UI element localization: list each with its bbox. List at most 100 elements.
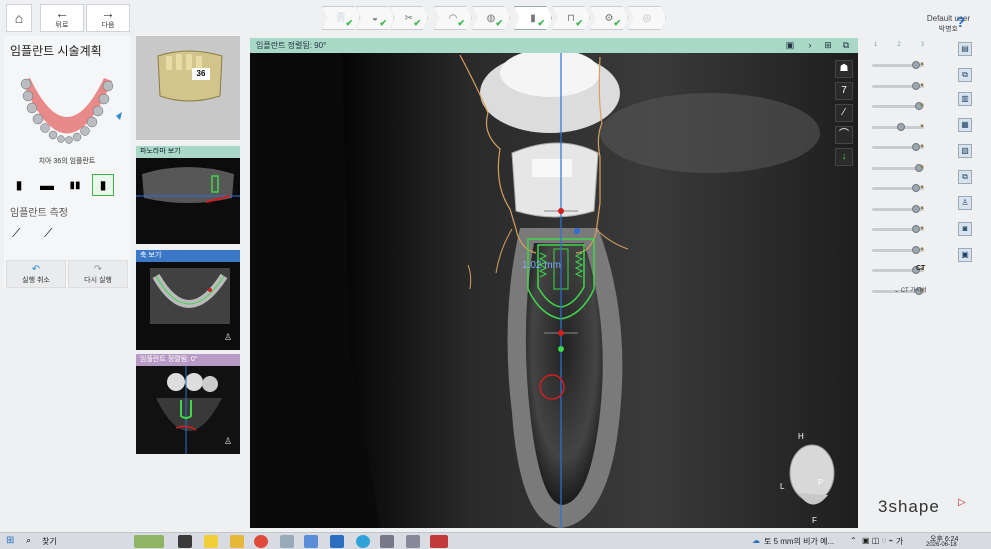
app-icon-1[interactable] bbox=[280, 535, 294, 548]
thumb-axial-view[interactable]: 축 보기 ♙ bbox=[136, 250, 240, 350]
folder-icon[interactable] bbox=[230, 535, 244, 548]
multi-implant-button[interactable]: ▮▮ bbox=[64, 174, 86, 196]
camera-capture-icon[interactable]: ◙ bbox=[958, 222, 972, 236]
person-icon[interactable]: ♙ bbox=[958, 196, 972, 210]
slider-knob[interactable] bbox=[896, 122, 905, 131]
arrow-left-icon: ← bbox=[55, 5, 69, 21]
task-view-icon[interactable] bbox=[178, 535, 192, 548]
redo-button[interactable]: ↷ 다시 실행 bbox=[68, 260, 128, 288]
tissue-icon: ▪ bbox=[920, 120, 924, 132]
thumb-3d-view[interactable]: 36 bbox=[136, 36, 240, 140]
gum-icon: ▪ bbox=[920, 100, 924, 111]
back-button[interactable]: ← 뒤로 bbox=[40, 4, 84, 32]
app-window: ⌂ ← 뒤로 → 다음 🦷 ✔ ◒ ✔ ✂ ✔ ◠ ✔ ◍ ✔ ▮ ✔ ⊓ ✔ ⚙ ✔ ◎ De… bbox=[0, 0, 991, 549]
tray-icons[interactable]: ▣ ◫ ◌ ⌁ bbox=[862, 536, 893, 545]
screen-icon[interactable]: ▣ bbox=[958, 248, 972, 262]
visibility-panel: 1 2 3 ▪ ▪ ▪ ▪ ▪ ▪ ▪ ▪ ▪ ▪ ▪ ▪ ⌄ CT 가시성 CT bbox=[862, 36, 944, 301]
panorama-image bbox=[136, 158, 240, 244]
next-button[interactable]: → 다음 bbox=[86, 4, 130, 32]
back-label: 뒤로 bbox=[55, 22, 69, 29]
page-icon[interactable]: ▧ bbox=[958, 144, 972, 158]
tab-1[interactable]: 1 bbox=[874, 42, 877, 48]
undo-label: 실행 취소 bbox=[22, 276, 50, 284]
3shape-taskbar-icon[interactable] bbox=[430, 535, 448, 548]
clock-date[interactable]: 2026-06-18 bbox=[926, 542, 957, 548]
news-ticker[interactable]: 토 5 mm의 비가 예... bbox=[764, 536, 834, 547]
brand-mark-icon: ▷ bbox=[958, 497, 966, 508]
thumb-tangential-view[interactable]: 임플란트 정렬됨: 0° ♙ bbox=[136, 354, 240, 454]
window-restore-icon[interactable]: ⧉ bbox=[840, 40, 852, 51]
slice-number-button[interactable]: 7 bbox=[835, 82, 853, 100]
tab-2[interactable]: 2 bbox=[897, 42, 900, 48]
app-icon-3[interactable] bbox=[330, 535, 344, 548]
view-3d-button[interactable]: ☗ bbox=[835, 60, 853, 78]
cross-section-view[interactable]: 임플란트 정렬됨: 90° ▣ › ⊞ ⧉ 1.02 mm ☗ 7 ⁄ ⌒ ↓ … bbox=[250, 38, 858, 528]
measurement-label[interactable]: 1.02 mm bbox=[522, 260, 561, 271]
tray-chevron-icon[interactable]: ⌃ bbox=[850, 536, 857, 545]
implant-tools-row: ▮ ▬ ▮▮ ▮ bbox=[8, 174, 128, 198]
arrow-down-icon: ↓ bbox=[841, 151, 847, 162]
panel-icon[interactable]: ▦ bbox=[958, 118, 972, 132]
windows-start-icon[interactable]: ⊞ bbox=[6, 535, 14, 546]
implant-planning-panel: 임플란트 시술계획 치아 36의 임플란트 ▮ ▬ ▮▮ ▮ 임플란트 측정 ⟋… bbox=[4, 36, 130, 288]
search-icon[interactable]: ⌕ bbox=[26, 535, 31, 546]
workflow-step-3[interactable]: ✂ ✔ bbox=[390, 6, 428, 30]
implant-screw-button[interactable]: ▮ bbox=[8, 174, 30, 196]
abutment-button[interactable]: ▬ bbox=[36, 174, 58, 196]
kakaotalk-icon[interactable] bbox=[204, 535, 218, 548]
orientation-head-icon[interactable] bbox=[778, 433, 848, 523]
ct-visibility-toggle[interactable]: ⌄ CT 가시성 bbox=[894, 285, 927, 294]
chevron-right-icon[interactable]: › bbox=[804, 40, 816, 51]
orientation-figure-icon[interactable]: ♙ bbox=[224, 332, 232, 343]
app-icon-5[interactable] bbox=[406, 535, 420, 548]
edge-icon[interactable] bbox=[356, 535, 370, 548]
app-icon-2[interactable] bbox=[304, 535, 318, 548]
workflow-step-1[interactable]: 🦷 ✔ bbox=[322, 6, 360, 30]
check-icon: ✔ bbox=[413, 18, 421, 28]
search-label[interactable]: 찾기 bbox=[42, 536, 57, 547]
workflow-step-2[interactable]: ◒ ✔ bbox=[356, 6, 394, 30]
layout-grid-icon[interactable]: ⊞ bbox=[822, 40, 834, 51]
measure-angle-button[interactable]: ⟋ bbox=[12, 226, 32, 246]
widgets-icon[interactable] bbox=[134, 535, 164, 548]
abutment-icon: ▬ bbox=[40, 177, 54, 193]
layers-icon[interactable]: ▤ bbox=[958, 42, 972, 56]
measure-distance-button[interactable]: ⟋ bbox=[44, 226, 64, 246]
tab-3[interactable]: 3 bbox=[921, 42, 924, 48]
tooth-outline-button[interactable]: ⌒ bbox=[835, 126, 853, 144]
workflow-step-4[interactable]: ◠ ✔ bbox=[434, 6, 472, 30]
workflow-step-6[interactable]: ▮ ✔ bbox=[514, 6, 552, 30]
undo-button[interactable]: ↶ 실행 취소 bbox=[6, 260, 66, 288]
implant-select-button[interactable]: ▮ bbox=[92, 174, 114, 196]
view-title: 임플란트 정렬됨: 90° bbox=[250, 38, 858, 53]
crown-icon: ▪ bbox=[920, 79, 924, 91]
ruler-button[interactable]: ⁄ bbox=[835, 104, 853, 122]
ime-indicator[interactable]: 가 bbox=[896, 536, 903, 547]
workflow-step-8[interactable]: ⚙ ✔ bbox=[590, 6, 628, 30]
copy-alt-icon[interactable]: ⧉ bbox=[958, 170, 972, 184]
home-button[interactable]: ⌂ bbox=[6, 4, 32, 32]
tooth-icon: ▪ bbox=[920, 59, 924, 70]
home-icon: ⌂ bbox=[14, 10, 24, 26]
camera-icon[interactable]: ▣ bbox=[784, 40, 796, 51]
view-title-text: 임플란트 정렬됨: 90° bbox=[256, 41, 327, 50]
measure-distance-icon: ⟋ bbox=[44, 226, 53, 240]
arrow-down-button[interactable]: ↓ bbox=[835, 148, 853, 166]
help-button[interactable]: ? bbox=[956, 14, 965, 31]
workflow-step-5[interactable]: ◍ ✔ bbox=[472, 6, 510, 30]
document-icon[interactable]: ▥ bbox=[958, 92, 972, 106]
align-icon: ✂ bbox=[404, 12, 414, 24]
chrome-icon[interactable] bbox=[254, 535, 268, 548]
app-icon-4[interactable] bbox=[380, 535, 394, 548]
weather-icon: ☁ bbox=[752, 536, 760, 545]
taskbar: ⊞ ⌕ 찾기 ☁ 토 5 mm의 비가 예... ⌃ ▣ ◫ ◌ ⌁ 가 오후 … bbox=[0, 532, 991, 549]
visibility-tabs: 1 2 3 bbox=[874, 42, 924, 48]
workflow-step-9[interactable]: ◎ bbox=[628, 6, 666, 30]
copy-icon[interactable]: ⧉ bbox=[958, 68, 972, 82]
orientation-label-right: P bbox=[818, 478, 824, 487]
workflow-step-7[interactable]: ⊓ ✔ bbox=[552, 6, 590, 30]
sleeve-icon: ▪ bbox=[920, 202, 924, 214]
thumb-panorama-view[interactable]: 파노라마 보기 bbox=[136, 146, 240, 244]
orientation-label-left: L bbox=[780, 482, 785, 491]
orientation-figure-icon[interactable]: ♙ bbox=[224, 436, 232, 447]
